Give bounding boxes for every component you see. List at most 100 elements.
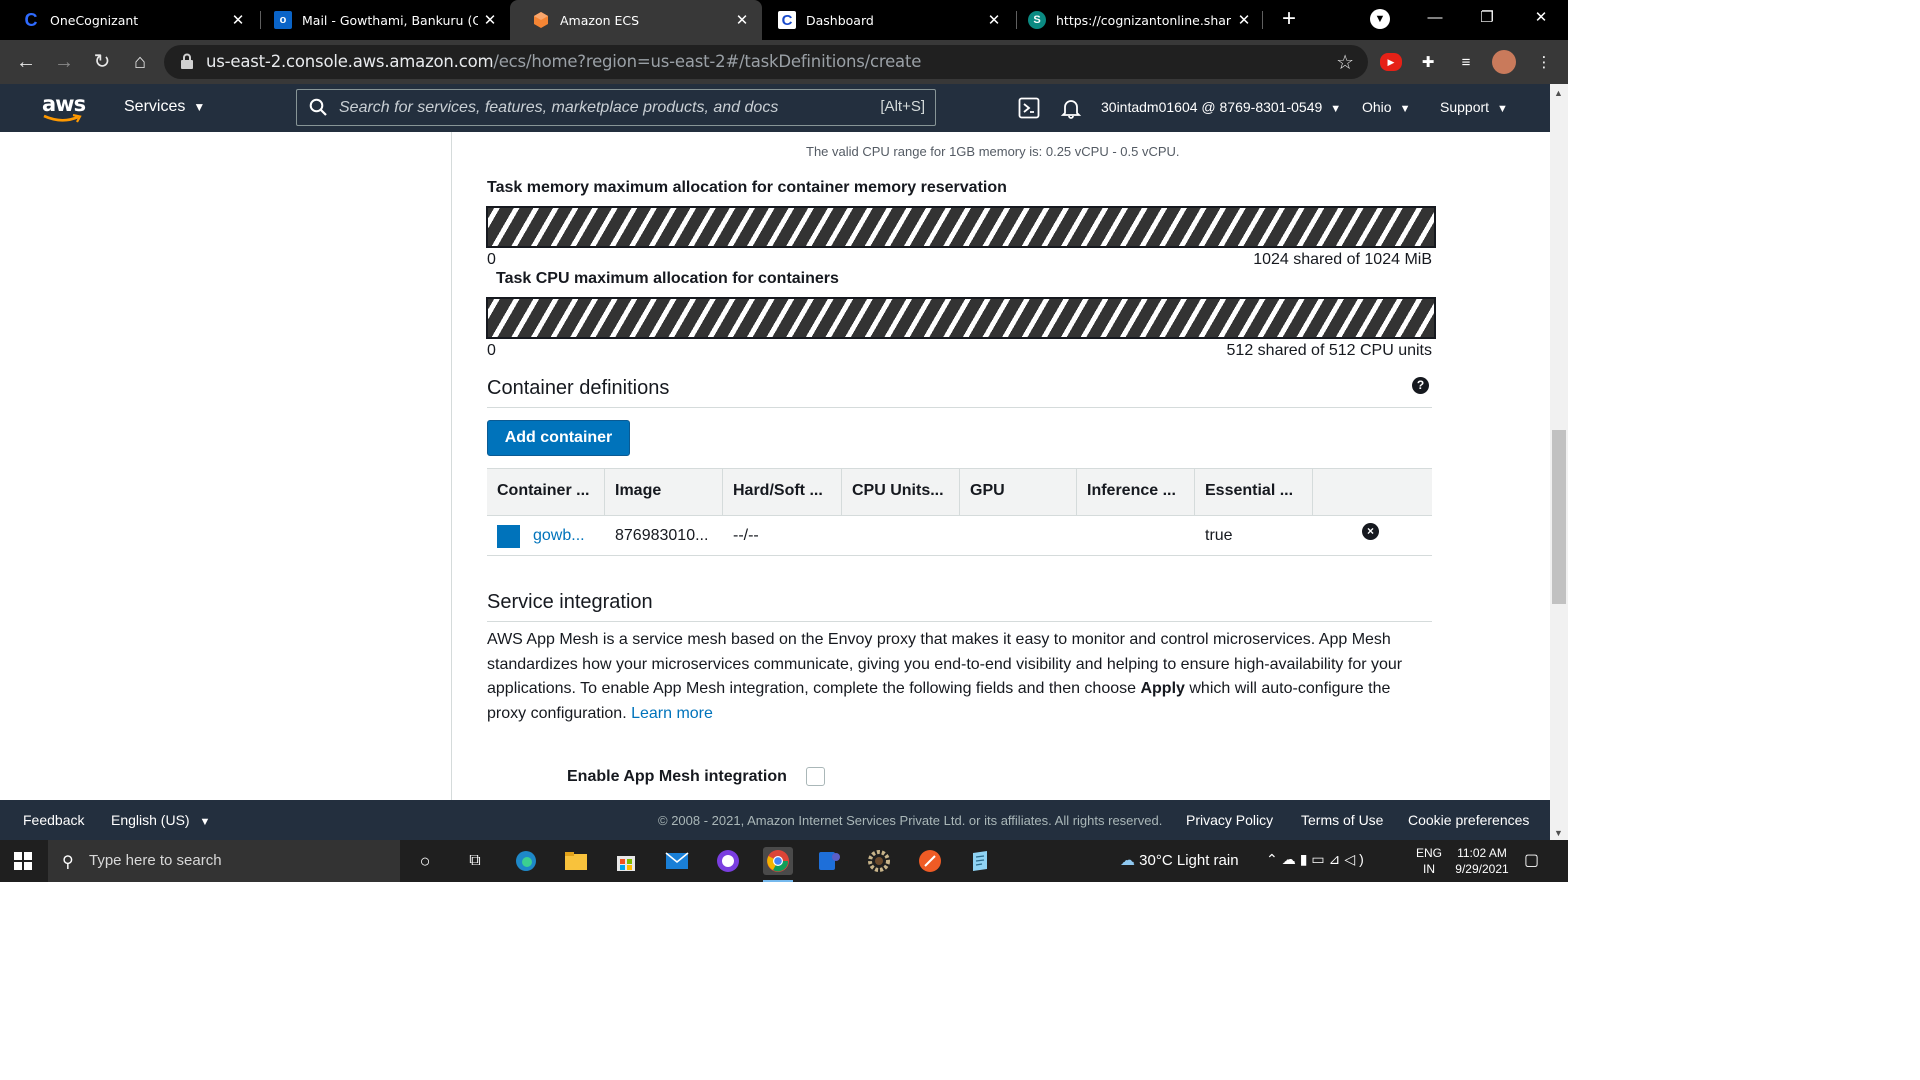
task-definition-form: The valid CPU range for 1GB memory is: 0…	[0, 132, 1550, 800]
reload-icon[interactable]: ↻	[89, 49, 115, 75]
table-row[interactable]: gowb... 876983010... --/-- true ×	[487, 516, 1432, 556]
aws-smile-icon	[43, 114, 82, 123]
memory-allocation-title: Task memory maximum allocation for conta…	[487, 179, 1007, 196]
column-header-actions	[1313, 468, 1432, 516]
cookie-preferences-link[interactable]: Cookie preferences	[1408, 812, 1529, 828]
aws-ecs-icon	[532, 11, 550, 29]
caret-down-icon: ▼	[199, 816, 211, 828]
column-header[interactable]: Image	[605, 468, 723, 516]
column-header[interactable]: CPU Units...	[842, 468, 960, 516]
close-tab-icon[interactable]: ✕	[478, 11, 502, 29]
youtube-extension-icon[interactable]: ▶	[1380, 53, 1402, 71]
system-tray-icons[interactable]: ⌃☁▮▭⊿◁)	[1266, 851, 1368, 868]
services-menu[interactable]: Services ▼	[124, 98, 205, 116]
weather-widget[interactable]: ☁ 30°C Light rain	[1120, 851, 1239, 869]
url-text[interactable]: us-east-2.console.aws.amazon.com/ecs/hom…	[206, 52, 921, 71]
learn-more-link[interactable]: Learn more	[631, 705, 713, 722]
task-view-icon[interactable]: ⧉	[460, 847, 490, 875]
container-hard-soft-limit: --/--	[733, 527, 759, 544]
windows-start-icon[interactable]	[14, 852, 32, 870]
tab-dashboard[interactable]: C Dashboard ✕	[756, 0, 1014, 40]
extensions-puzzle-icon[interactable]: ✚	[1416, 50, 1440, 74]
close-window-icon[interactable]: ✕	[1526, 6, 1556, 30]
close-tab-icon[interactable]: ✕	[226, 11, 250, 29]
windows-taskbar: ⚲ Type here to search ○ ⧉ ☁ 30°C Light r…	[0, 840, 1568, 882]
remove-container-icon[interactable]: ×	[1362, 523, 1379, 540]
cloudshell-icon[interactable]	[1018, 97, 1040, 119]
tab-onecognizant[interactable]: C OneCognizant ✕	[0, 0, 258, 40]
file-explorer-icon[interactable]	[561, 847, 591, 875]
tab-search-button[interactable]: ▼	[1370, 9, 1390, 29]
search-icon	[309, 98, 327, 116]
close-tab-icon[interactable]: ✕	[982, 11, 1006, 29]
cortana-icon[interactable]: ○	[410, 847, 440, 875]
aws-logo[interactable]: aws	[42, 92, 86, 123]
chrome-icon[interactable]	[763, 847, 793, 882]
support-menu[interactable]: Support ▼	[1440, 99, 1508, 115]
notification-center-icon[interactable]: ▢	[1524, 850, 1546, 872]
bookmark-star-icon[interactable]: ☆	[1336, 50, 1354, 75]
terms-of-use-link[interactable]: Terms of Use	[1301, 812, 1383, 828]
caret-down-icon: ▼	[1497, 103, 1508, 115]
home-icon[interactable]: ⌂	[127, 49, 153, 75]
edge-icon[interactable]	[511, 847, 541, 875]
back-arrow-icon[interactable]: ←	[13, 49, 39, 75]
column-header[interactable]: Hard/Soft ...	[723, 468, 842, 516]
cloud-rain-icon: ☁	[1120, 852, 1135, 869]
account-menu[interactable]: 30intadm01604 @ 8769-8301-0549 ▼	[1101, 99, 1341, 115]
media-queue-icon[interactable]: ≡	[1454, 50, 1478, 74]
column-header[interactable]: Essential ...	[1195, 468, 1313, 516]
caret-down-icon: ▼	[1399, 103, 1411, 115]
sharepoint-icon: S	[1028, 11, 1046, 29]
aws-search-input[interactable]	[339, 96, 859, 120]
scroll-up-icon[interactable]: ▲	[1554, 88, 1563, 98]
browser-menu-icon[interactable]: ⋮	[1532, 50, 1556, 74]
settings-gear-icon[interactable]	[864, 847, 894, 875]
column-header[interactable]: Container ...	[487, 468, 605, 516]
postman-icon[interactable]	[915, 847, 945, 875]
scroll-down-icon[interactable]: ▼	[1554, 828, 1563, 838]
windows-search-box[interactable]: ⚲ Type here to search	[48, 840, 400, 882]
scrollbar-thumb[interactable]	[1552, 430, 1566, 604]
tab-amazon-ecs[interactable]: Amazon ECS ✕	[510, 0, 762, 40]
forward-arrow-icon[interactable]: →	[51, 49, 77, 75]
aws-search-box[interactable]: [Alt+S]	[296, 89, 936, 126]
region-menu[interactable]: Ohio ▼	[1362, 99, 1410, 115]
teams-icon[interactable]	[814, 847, 844, 875]
page-scrollbar[interactable]: ▲ ▼	[1550, 84, 1568, 840]
language-selector[interactable]: English (US) ▼	[111, 812, 210, 828]
restore-icon[interactable]: ❐	[1472, 6, 1502, 30]
store-icon[interactable]	[611, 847, 641, 875]
tab-mail[interactable]: o Mail - Gowthami, Bankuru (C ✕	[252, 0, 510, 40]
close-tab-icon[interactable]: ✕	[1232, 11, 1256, 29]
column-header[interactable]: Inference ...	[1077, 468, 1195, 516]
caret-down-icon: ▼	[193, 100, 206, 114]
privacy-policy-link[interactable]: Privacy Policy	[1186, 812, 1273, 828]
sidebar-divider	[451, 132, 452, 800]
search-shortcut-hint: [Alt+S]	[880, 98, 925, 115]
tab-sharepoint[interactable]: S https://cognizantonline.shar ✕	[1006, 0, 1264, 40]
github-icon[interactable]	[713, 847, 743, 875]
container-definitions-title: Container definitions	[487, 377, 670, 399]
cpu-range-hint: The valid CPU range for 1GB memory is: 0…	[806, 144, 1180, 159]
minimize-icon[interactable]: —	[1420, 6, 1450, 30]
container-cpu-units	[842, 516, 960, 556]
profile-avatar[interactable]	[1492, 50, 1516, 74]
column-header[interactable]: GPU	[960, 468, 1077, 516]
mail-icon[interactable]	[662, 847, 692, 875]
container-inference	[1077, 516, 1195, 556]
container-color-swatch	[497, 525, 520, 548]
enable-app-mesh-checkbox[interactable]	[806, 767, 825, 786]
container-name-link[interactable]: gowb...	[523, 516, 605, 556]
close-tab-icon[interactable]: ✕	[730, 11, 754, 29]
bell-icon[interactable]	[1060, 97, 1082, 119]
taskbar-clock[interactable]: 11:02 AM 9/29/2021	[1450, 845, 1514, 877]
add-container-button[interactable]: Add container	[487, 420, 630, 456]
aws-top-nav: aws Services▼ [Alt+S] 30intadm01604 @ 87…	[0, 84, 1550, 132]
help-icon[interactable]: ?	[1412, 377, 1429, 394]
feedback-link[interactable]: Feedback	[23, 812, 84, 828]
notepad-icon[interactable]	[965, 847, 995, 875]
input-language-indicator[interactable]: ENG IN	[1416, 845, 1442, 877]
address-bar[interactable]: us-east-2.console.aws.amazon.com/ecs/hom…	[164, 45, 1368, 79]
new-tab-button[interactable]: +	[1276, 6, 1302, 32]
